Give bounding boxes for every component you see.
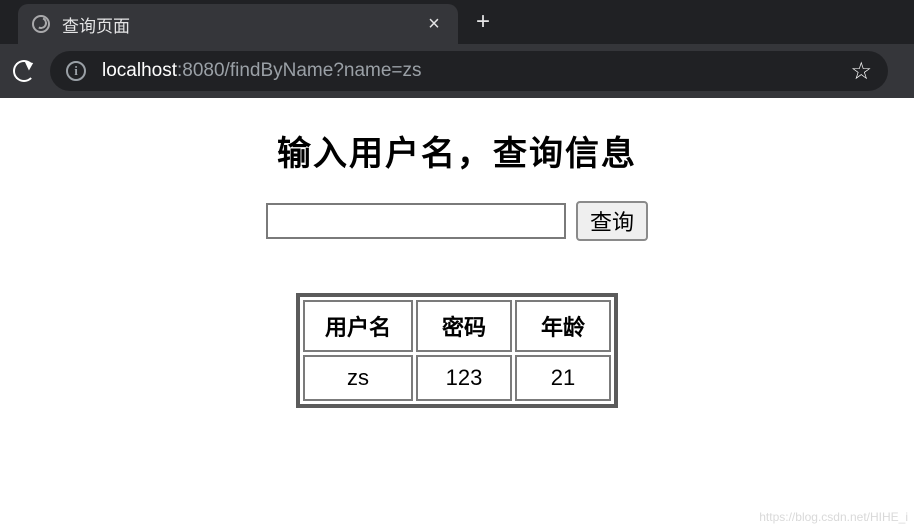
col-age: 年龄 bbox=[515, 300, 611, 352]
url-path: :8080/findByName?name=zs bbox=[177, 60, 422, 81]
url-text: localhost:8080/findByName?name=zs bbox=[102, 60, 422, 82]
page-content: 输入用户名，查询信息 查询 用户名 密码 年龄 zs 123 21 bbox=[0, 98, 914, 408]
col-username: 用户名 bbox=[303, 300, 413, 352]
address-bar[interactable]: i localhost:8080/findByName?name=zs ☆ bbox=[50, 51, 888, 91]
watermark: https://blog.csdn.net/HIHE_i bbox=[759, 510, 908, 524]
browser-tab[interactable]: 查询页面 × bbox=[18, 4, 458, 44]
search-button[interactable]: 查询 bbox=[576, 201, 648, 241]
page-title: 输入用户名，查询信息 bbox=[0, 126, 914, 175]
search-form: 查询 bbox=[0, 201, 914, 241]
cell-password: 123 bbox=[416, 355, 512, 401]
tab-title: 查询页面 bbox=[62, 12, 424, 37]
address-bar-row: i localhost:8080/findByName?name=zs ☆ bbox=[0, 44, 914, 98]
site-info-icon[interactable]: i bbox=[66, 61, 86, 81]
table-header-row: 用户名 密码 年龄 bbox=[303, 300, 611, 352]
close-icon[interactable]: × bbox=[424, 13, 444, 36]
tab-bar: 查询页面 × + bbox=[0, 0, 914, 44]
new-tab-button[interactable]: + bbox=[476, 10, 490, 34]
col-password: 密码 bbox=[416, 300, 512, 352]
globe-icon bbox=[32, 15, 50, 33]
result-table-wrap: 用户名 密码 年龄 zs 123 21 bbox=[0, 293, 914, 408]
username-input[interactable] bbox=[266, 203, 566, 239]
result-table: 用户名 密码 年龄 zs 123 21 bbox=[296, 293, 618, 408]
cell-age: 21 bbox=[515, 355, 611, 401]
browser-chrome: 查询页面 × + i localhost:8080/findByName?nam… bbox=[0, 0, 914, 98]
url-host: localhost bbox=[102, 60, 177, 81]
reload-icon[interactable] bbox=[12, 59, 36, 83]
bookmark-star-icon[interactable]: ☆ bbox=[850, 57, 872, 86]
table-row: zs 123 21 bbox=[303, 355, 611, 401]
cell-username: zs bbox=[303, 355, 413, 401]
